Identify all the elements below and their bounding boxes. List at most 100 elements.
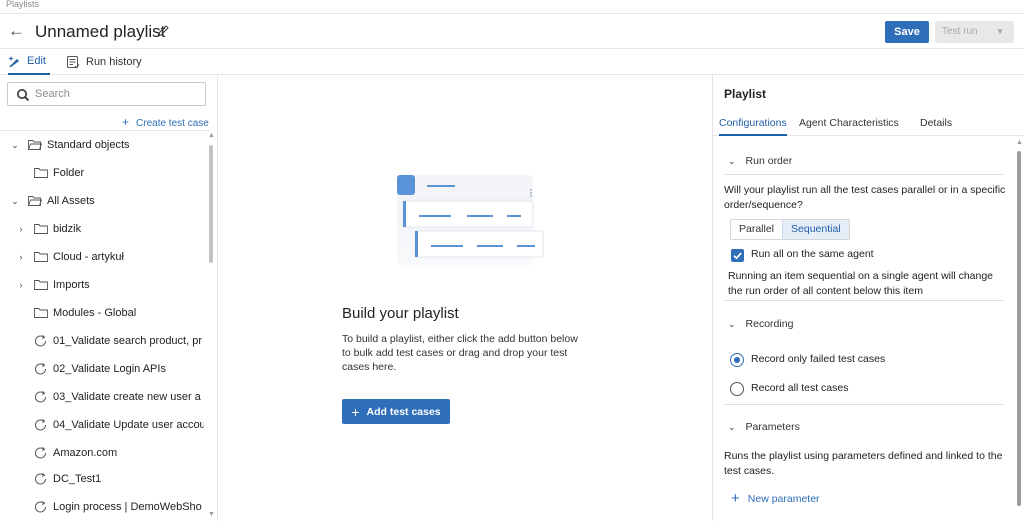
tree-item-all-assets[interactable]: ⌄ All Assets — [10, 192, 210, 210]
test-case-icon — [35, 501, 46, 513]
playlist-properties-panel: Playlist Configurations Agent Characteri… — [712, 75, 1024, 521]
tree-item-modules-global[interactable]: Modules - Global — [34, 304, 234, 322]
record-all-label: Record all test cases — [751, 382, 849, 394]
test-case-icon — [35, 363, 46, 375]
scroll-up-icon[interactable]: ▲ — [1016, 139, 1023, 146]
plus-icon: + — [122, 115, 130, 129]
tab-run-history[interactable]: Run history — [66, 49, 142, 75]
magic-edit-icon — [8, 55, 19, 67]
tab-configurations[interactable]: Configurations — [719, 112, 787, 136]
test-run-label: Test run — [942, 26, 978, 37]
same-agent-checkbox[interactable] — [731, 249, 744, 262]
history-icon — [67, 56, 80, 69]
tree-item-imports[interactable]: › Imports — [16, 276, 216, 294]
test-case-icon — [35, 391, 46, 403]
panel-scroll-thumb[interactable] — [1017, 151, 1021, 506]
chevron-down-icon: ⌄ — [728, 421, 736, 432]
tree-item-label: All Assets — [47, 195, 95, 207]
tree-item-standard-objects[interactable]: ⌄ Standard objects — [10, 136, 210, 154]
scroll-up-icon[interactable]: ▲ — [208, 132, 215, 139]
divider — [724, 174, 1004, 175]
parameters-section-toggle[interactable]: ⌄ Parameters — [728, 421, 800, 433]
run-order-toggle: Parallel Sequential — [730, 219, 850, 240]
tree-item-label: bidzik — [53, 223, 82, 235]
tree-item-label: Login process | DemoWebSho — [53, 501, 202, 513]
tree-item-test-03[interactable]: 03_Validate create new user a — [34, 388, 204, 406]
parallel-option[interactable]: Parallel — [731, 220, 782, 239]
run-order-section-toggle[interactable]: ⌄ Run order — [728, 155, 792, 167]
test-run-button[interactable]: Test run ▼ — [935, 21, 1014, 43]
tree-item-test-04[interactable]: 04_Validate Update user accou — [34, 416, 204, 434]
add-test-cases-label: Add test cases — [366, 405, 441, 418]
divider — [724, 300, 1004, 301]
tree-item-label: DC_Test1 — [53, 473, 102, 485]
tree-item-bidzik[interactable]: › bidzik — [16, 220, 216, 238]
sidebar-scrollbar[interactable]: ▲ ▼ — [207, 132, 215, 519]
new-parameter-button[interactable]: + New parameter — [731, 490, 820, 507]
recording-section-toggle[interactable]: ⌄ Recording — [728, 318, 793, 330]
tree-item-folder[interactable]: Folder — [34, 164, 234, 182]
plus-icon: + — [351, 403, 360, 420]
folder-open-icon — [28, 140, 42, 150]
tree-item-label: Folder — [53, 167, 85, 179]
chevron-right-icon[interactable]: › — [16, 224, 26, 234]
chevron-right-icon[interactable]: › — [16, 280, 26, 290]
header-bar: ← Unnamed playlist Save Test run ▼ — [0, 13, 1024, 49]
record-all-radio[interactable] — [730, 382, 744, 396]
tree-item-label: 04_Validate Update user accou — [53, 419, 204, 431]
page-title: Unnamed playlist — [35, 22, 166, 41]
tree-item-label: Imports — [53, 279, 90, 291]
save-button[interactable]: Save — [885, 21, 929, 43]
tree-item-cloud-artykul[interactable]: › Cloud - artykuł — [16, 248, 216, 266]
tree-item-dc-test1[interactable]: DC_Test1 — [34, 470, 204, 488]
tab-details[interactable]: Details — [920, 112, 952, 136]
search-input[interactable] — [35, 86, 195, 102]
tab-run-history-label: Run history — [86, 55, 142, 68]
tree-item-test-02[interactable]: 02_Validate Login APIs — [34, 360, 204, 378]
empty-playlist-illustration — [397, 175, 544, 265]
folder-icon — [34, 280, 48, 290]
search-box[interactable] — [7, 82, 206, 106]
tab-bar: Edit Run history — [0, 49, 1024, 75]
tree-item-amazon[interactable]: Amazon.com — [34, 444, 204, 462]
playlist-canvas[interactable]: Build your playlist To build a playlist,… — [219, 75, 712, 521]
pencil-icon[interactable] — [156, 24, 170, 38]
tree-item-login-process[interactable]: Login process | DemoWebSho — [34, 498, 204, 516]
tree-item-label: 03_Validate create new user a — [53, 391, 201, 403]
tab-agent-characteristics[interactable]: Agent Characteristics — [799, 112, 899, 136]
parameters-heading: Parameters — [745, 421, 800, 433]
chevron-down-icon[interactable]: ⌄ — [10, 140, 20, 151]
breadcrumb[interactable]: Playlists — [6, 0, 39, 12]
test-case-icon — [35, 473, 46, 485]
folder-icon — [34, 308, 48, 318]
folder-icon — [34, 168, 48, 178]
tree-item-label: Cloud - artykuł — [53, 251, 124, 263]
panel-title: Playlist — [724, 87, 767, 101]
chevron-down-icon: ⌄ — [728, 155, 736, 166]
back-arrow-icon[interactable]: ← — [8, 22, 28, 42]
sequential-option[interactable]: Sequential — [782, 220, 849, 239]
record-failed-label: Record only failed test cases — [751, 353, 886, 365]
chevron-right-icon[interactable]: › — [16, 252, 26, 262]
create-test-case-label: Create test case — [136, 118, 209, 129]
divider — [0, 130, 210, 131]
new-parameter-label: New parameter — [747, 492, 820, 505]
add-test-cases-button[interactable]: + Add test cases — [342, 399, 450, 424]
empty-state-title: Build your playlist — [342, 305, 459, 322]
tab-edit-label: Edit — [27, 54, 46, 67]
tree-item-test-01[interactable]: 01_Validate search product, pr — [34, 332, 204, 350]
create-test-case-link[interactable]: + Create test case — [122, 115, 209, 129]
folder-icon — [34, 224, 48, 234]
parameters-description: Runs the playlist using parameters defin… — [724, 450, 1003, 477]
recording-heading: Recording — [745, 318, 794, 330]
record-failed-radio[interactable] — [730, 353, 744, 367]
tab-edit[interactable]: Edit — [8, 49, 50, 75]
test-case-icon — [35, 419, 46, 431]
tree-item-label: Modules - Global — [53, 307, 137, 319]
caret-down-icon: ▼ — [996, 27, 1004, 36]
chevron-down-icon[interactable]: ⌄ — [10, 196, 20, 207]
plus-icon: + — [731, 490, 740, 507]
panel-scrollbar[interactable]: ▲ — [1015, 139, 1023, 519]
sidebar-scroll-thumb[interactable] — [209, 145, 213, 263]
scroll-down-icon[interactable]: ▼ — [208, 511, 215, 518]
